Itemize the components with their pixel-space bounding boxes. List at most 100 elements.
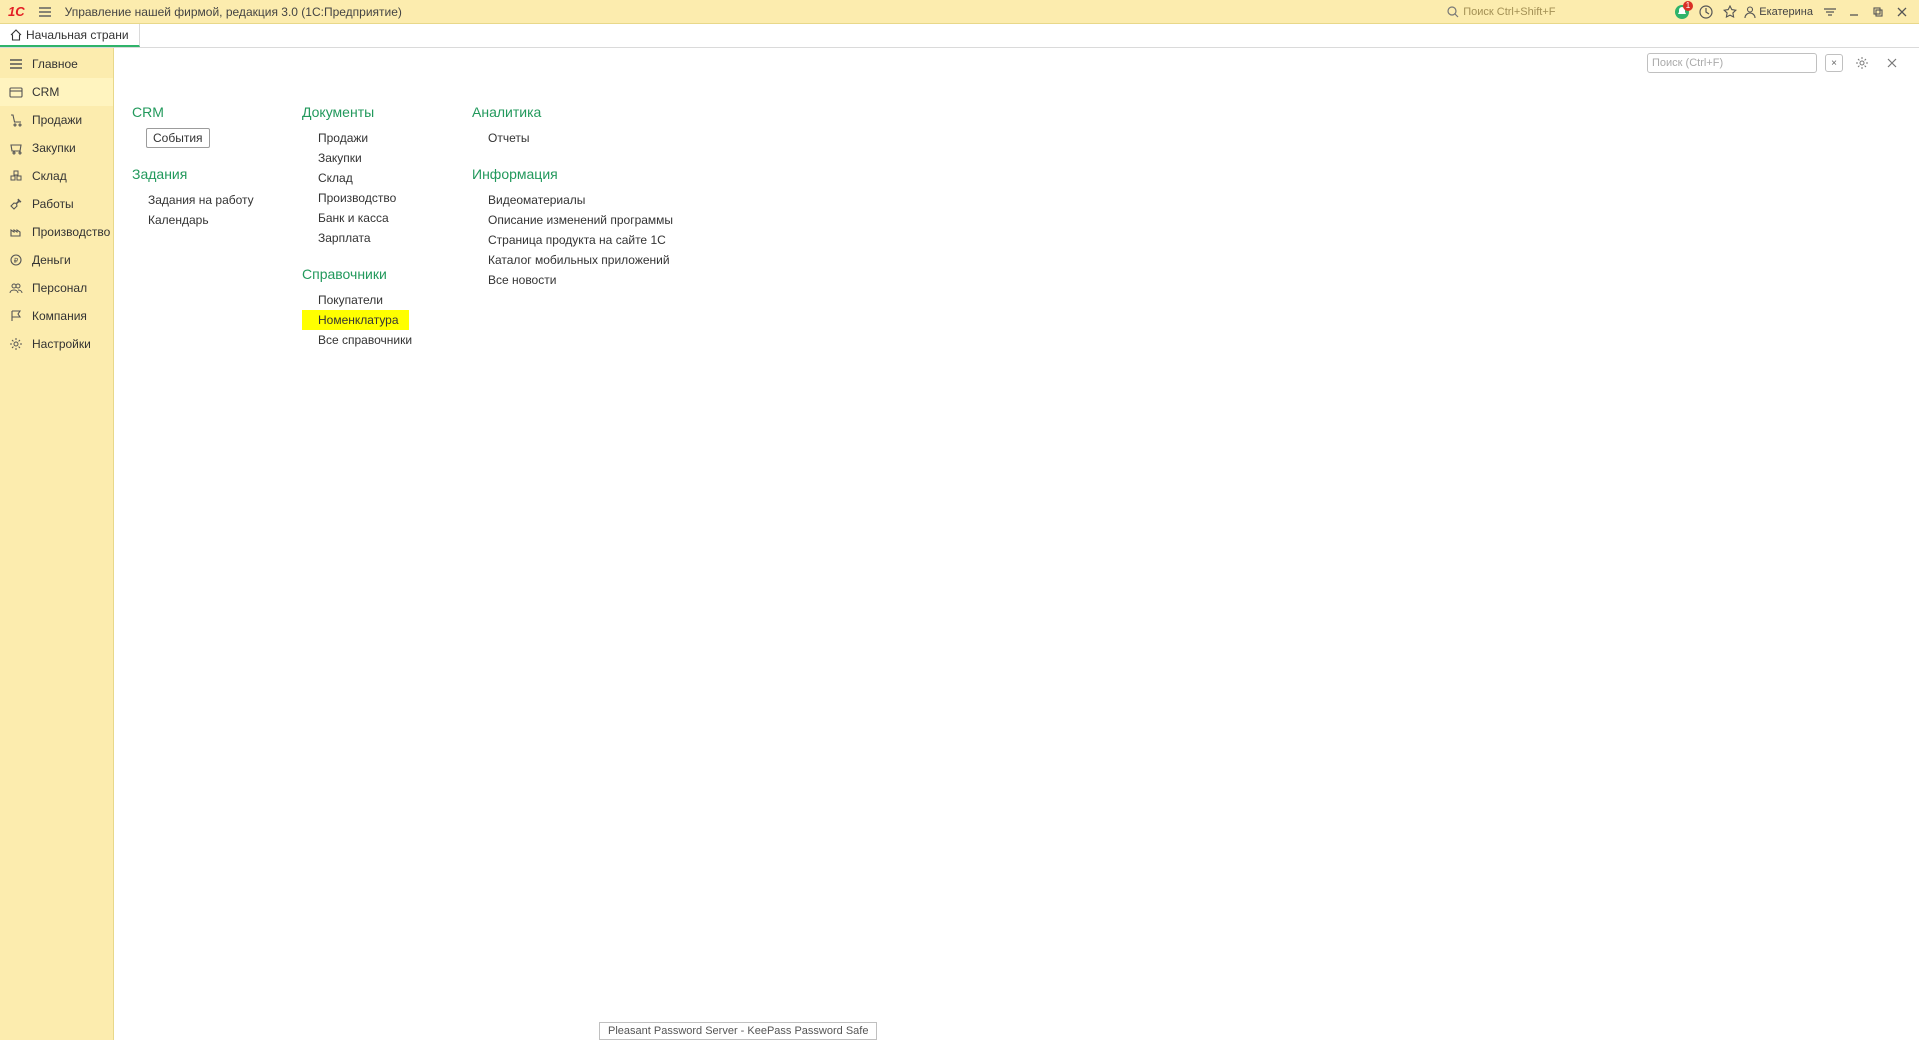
warehouse-icon <box>8 168 24 184</box>
sidebar-item-label: CRM <box>32 85 59 99</box>
link-videos[interactable]: Видеоматериалы <box>472 190 673 210</box>
factory-icon <box>8 224 24 240</box>
section-information[interactable]: Информация <box>472 166 673 182</box>
link-changelog[interactable]: Описание изменений программы <box>472 210 673 230</box>
column-analytics-info: Аналитика Отчеты Информация Видеоматериа… <box>472 104 673 350</box>
gear-icon <box>1855 56 1869 70</box>
sidebar-item-company[interactable]: Компания <box>0 302 113 330</box>
minimize-icon <box>1848 6 1860 18</box>
sidebar-item-money[interactable]: ₽ Деньги <box>0 246 113 274</box>
global-search-input[interactable] <box>1463 6 1667 18</box>
section-directories[interactable]: Справочники <box>302 266 432 282</box>
global-search[interactable] <box>1447 3 1667 21</box>
history-button[interactable] <box>1695 1 1717 23</box>
crm-icon <box>8 84 24 100</box>
people-icon <box>8 280 24 296</box>
section-tasks[interactable]: Задания <box>132 166 262 182</box>
sidebar-item-label: Настройки <box>32 337 91 351</box>
svg-text:₽: ₽ <box>14 257 19 265</box>
link-product-page[interactable]: Страница продукта на сайте 1С <box>472 230 673 250</box>
cart-icon <box>8 140 24 156</box>
sidebar-item-label: Производство <box>32 225 110 239</box>
view-settings-button[interactable] <box>1851 52 1873 74</box>
tabbar: Начальная страни <box>0 24 1919 48</box>
sidebar-item-label: Персонал <box>32 281 87 295</box>
gear-icon <box>8 336 24 352</box>
link-all-news[interactable]: Все новости <box>472 270 673 290</box>
link-doc-sales[interactable]: Продажи <box>302 128 432 148</box>
clear-search-button[interactable]: × <box>1825 54 1843 72</box>
column-documents-directories: Документы Продажи Закупки Склад Производ… <box>302 104 432 350</box>
sidebar-item-sales[interactable]: Продажи <box>0 106 113 134</box>
sidebar-item-main[interactable]: Главное <box>0 50 113 78</box>
window-title: Управление нашей фирмой, редакция 3.0 (1… <box>57 5 402 19</box>
link-doc-purchases[interactable]: Закупки <box>302 148 432 168</box>
content-toolbar: × <box>1647 52 1903 74</box>
history-icon <box>1699 5 1713 19</box>
sidebar: Главное CRM Продажи Закупки Склад Работы… <box>0 48 114 1040</box>
sidebar-item-label: Закупки <box>32 141 76 155</box>
content-search[interactable] <box>1647 53 1817 73</box>
tab-label: Начальная страни <box>26 28 129 42</box>
app-logo: 1C <box>0 4 33 19</box>
menu-lines-icon <box>8 56 24 72</box>
functions-panel: CRM События Задания Задания на работу Ка… <box>132 104 673 350</box>
favorites-button[interactable] <box>1719 1 1741 23</box>
options-icon <box>1823 5 1837 19</box>
taskbar-tooltip: Pleasant Password Server - KeePass Passw… <box>599 1022 877 1040</box>
section-documents[interactable]: Документы <box>302 104 432 120</box>
notification-badge: 1 <box>1683 1 1693 11</box>
user-button[interactable]: Екатерина <box>1743 1 1817 23</box>
sidebar-item-purchases[interactable]: Закупки <box>0 134 113 162</box>
link-mobile-catalog[interactable]: Каталог мобильных приложений <box>472 250 673 270</box>
sidebar-item-crm[interactable]: CRM <box>0 78 113 106</box>
link-work-tasks[interactable]: Задания на работу <box>132 190 262 210</box>
titlebar: 1C Управление нашей фирмой, редакция 3.0… <box>0 0 1919 24</box>
sidebar-item-personnel[interactable]: Персонал <box>0 274 113 302</box>
sidebar-item-label: Работы <box>32 197 74 211</box>
section-analytics[interactable]: Аналитика <box>472 104 673 120</box>
link-doc-production[interactable]: Производство <box>302 188 432 208</box>
minimize-button[interactable] <box>1843 1 1865 23</box>
link-reports[interactable]: Отчеты <box>472 128 673 148</box>
sidebar-item-work[interactable]: Работы <box>0 190 113 218</box>
maximize-icon <box>1872 6 1884 18</box>
link-nomenclature[interactable]: Номенклатура <box>302 310 409 330</box>
column-crm-tasks: CRM События Задания Задания на работу Ка… <box>132 104 262 350</box>
main-menu-button[interactable] <box>33 0 57 24</box>
panel-options-button[interactable] <box>1819 1 1841 23</box>
titlebar-icons: 1 Екатерина <box>1671 1 1919 23</box>
money-icon: ₽ <box>8 252 24 268</box>
notifications-button[interactable]: 1 <box>1671 1 1693 23</box>
sidebar-item-warehouse[interactable]: Склад <box>0 162 113 190</box>
content-search-input[interactable] <box>1652 57 1812 69</box>
sidebar-item-settings[interactable]: Настройки <box>0 330 113 358</box>
tab-home[interactable]: Начальная страни <box>0 24 140 47</box>
sales-icon <box>8 112 24 128</box>
sidebar-item-label: Главное <box>32 57 78 71</box>
home-icon <box>10 29 22 41</box>
close-icon <box>1896 6 1908 18</box>
content-area: × CRM События Задания Задания на работу … <box>114 48 1919 1040</box>
link-events[interactable]: События <box>146 128 210 148</box>
maximize-button[interactable] <box>1867 1 1889 23</box>
link-doc-warehouse[interactable]: Склад <box>302 168 432 188</box>
link-doc-bank[interactable]: Банк и касса <box>302 208 432 228</box>
user-icon <box>1743 5 1757 19</box>
menu-icon <box>38 5 52 19</box>
sidebar-item-production[interactable]: Производство <box>0 218 113 246</box>
link-doc-salary[interactable]: Зарплата <box>302 228 432 248</box>
close-icon <box>1886 57 1898 69</box>
sidebar-item-label: Компания <box>32 309 87 323</box>
link-all-directories[interactable]: Все справочники <box>302 330 432 350</box>
wrench-icon <box>8 196 24 212</box>
star-icon <box>1723 5 1737 19</box>
link-customers[interactable]: Покупатели <box>302 290 432 310</box>
search-icon <box>1447 6 1459 18</box>
close-button[interactable] <box>1891 1 1913 23</box>
section-crm[interactable]: CRM <box>132 104 262 120</box>
close-panel-button[interactable] <box>1881 52 1903 74</box>
sidebar-item-label: Деньги <box>32 253 71 267</box>
sidebar-item-label: Склад <box>32 169 67 183</box>
link-calendar[interactable]: Календарь <box>132 210 262 230</box>
